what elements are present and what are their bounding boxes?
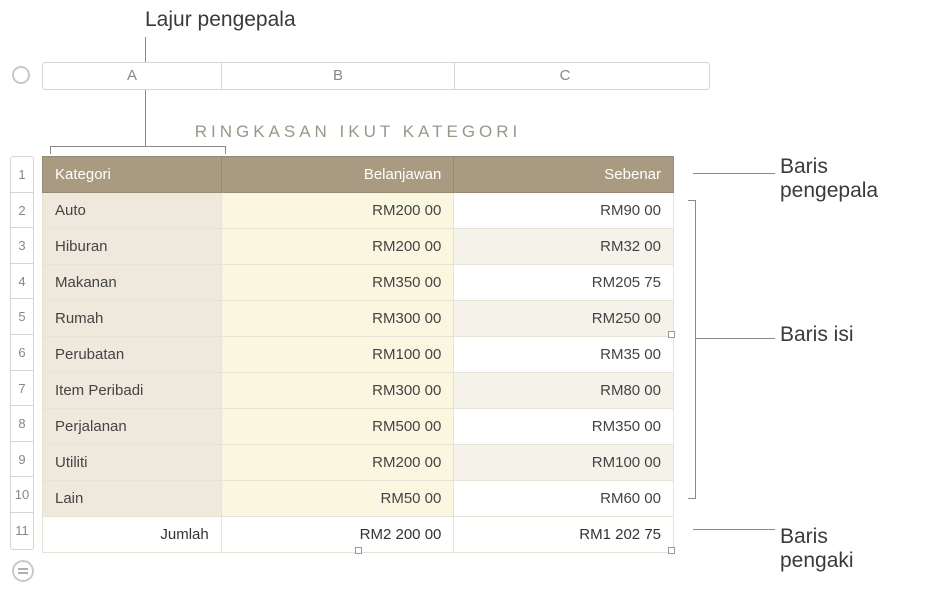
cell-actual[interactable]: RM350 00	[454, 409, 674, 445]
row-header-4[interactable]: 4	[11, 264, 33, 300]
header-budget[interactable]: Belanjawan	[221, 157, 454, 193]
cell-budget[interactable]: RM500 00	[221, 409, 454, 445]
cell-category[interactable]: Auto	[43, 193, 222, 229]
data-table: Kategori Belanjawan Sebenar Auto RM200 0…	[42, 156, 674, 553]
row-header-11[interactable]: 11	[11, 513, 33, 549]
cell-category[interactable]: Perubatan	[43, 337, 222, 373]
row-header-2[interactable]: 2	[11, 193, 33, 229]
callout-body-rows: Baris isi	[780, 323, 854, 347]
table-row: Perubatan RM100 00 RM35 00	[43, 337, 674, 373]
leader-bracket	[688, 498, 696, 499]
leader-bracket	[688, 200, 696, 201]
table-row: Perjalanan RM500 00 RM350 00	[43, 409, 674, 445]
cell-budget[interactable]: RM200 00	[221, 193, 454, 229]
selection-handle[interactable]	[668, 331, 675, 338]
cell-budget[interactable]: RM100 00	[221, 337, 454, 373]
cell-actual[interactable]: RM205 75	[454, 265, 674, 301]
cell-category[interactable]: Perjalanan	[43, 409, 222, 445]
cell-category[interactable]: Utiliti	[43, 445, 222, 481]
row-header-7[interactable]: 7	[11, 371, 33, 407]
leader-line	[693, 529, 775, 530]
cell-actual[interactable]: RM60 00	[454, 481, 674, 517]
row-header-bar: 1 2 3 4 5 6 7 8 9 10 11	[10, 156, 34, 550]
selection-handle[interactable]	[668, 547, 675, 554]
footer-actual[interactable]: RM1 202 75	[454, 517, 674, 553]
header-row: Kategori Belanjawan Sebenar	[43, 157, 674, 193]
row-header-6[interactable]: 6	[11, 335, 33, 371]
cell-budget[interactable]: RM300 00	[221, 373, 454, 409]
table-row: Lain RM50 00 RM60 00	[43, 481, 674, 517]
column-header-A[interactable]: A	[43, 63, 222, 89]
cell-budget[interactable]: RM350 00	[221, 265, 454, 301]
row-header-5[interactable]: 5	[11, 299, 33, 335]
table-row: Auto RM200 00 RM90 00	[43, 193, 674, 229]
cell-budget[interactable]: RM300 00	[221, 301, 454, 337]
cell-category[interactable]: Lain	[43, 481, 222, 517]
cell-actual[interactable]: RM35 00	[454, 337, 674, 373]
table-title[interactable]: RINGKASAN IKUT KATEGORI	[42, 116, 674, 156]
callout-header-row: Baris pengepala	[780, 155, 878, 203]
add-row-handle[interactable]	[12, 560, 34, 582]
cell-actual[interactable]: RM32 00	[454, 229, 674, 265]
column-header-bar: A B C	[42, 62, 710, 90]
cell-actual[interactable]: RM100 00	[454, 445, 674, 481]
table-row: Utiliti RM200 00 RM100 00	[43, 445, 674, 481]
leader-line	[695, 338, 775, 339]
row-header-9[interactable]: 9	[11, 442, 33, 478]
cell-budget[interactable]: RM200 00	[221, 229, 454, 265]
column-header-C[interactable]: C	[455, 63, 675, 89]
cell-actual[interactable]: RM80 00	[454, 373, 674, 409]
table-row: Item Peribadi RM300 00 RM80 00	[43, 373, 674, 409]
selection-handle[interactable]	[355, 547, 362, 554]
row-header-8[interactable]: 8	[11, 406, 33, 442]
cell-actual[interactable]: RM90 00	[454, 193, 674, 229]
cell-category[interactable]: Makanan	[43, 265, 222, 301]
cell-budget[interactable]: RM200 00	[221, 445, 454, 481]
header-category[interactable]: Kategori	[43, 157, 222, 193]
header-actual[interactable]: Sebenar	[454, 157, 674, 193]
callout-footer-row: Baris pengaki	[780, 525, 854, 573]
leader-bracket	[695, 200, 696, 498]
cell-category[interactable]: Hiburan	[43, 229, 222, 265]
spreadsheet-area: A B C	[10, 62, 710, 90]
row-header-1[interactable]: 1	[11, 157, 33, 193]
cell-actual[interactable]: RM250 00	[454, 301, 674, 337]
footer-budget[interactable]: RM2 200 00	[221, 517, 454, 553]
leader-line	[693, 173, 775, 174]
table-row: Hiburan RM200 00 RM32 00	[43, 229, 674, 265]
row-header-10[interactable]: 10	[11, 477, 33, 513]
table-row: Makanan RM350 00 RM205 75	[43, 265, 674, 301]
table-row: Rumah RM300 00 RM250 00	[43, 301, 674, 337]
callout-header-column: Lajur pengepala	[145, 8, 296, 32]
cell-category[interactable]: Item Peribadi	[43, 373, 222, 409]
cell-category[interactable]: Rumah	[43, 301, 222, 337]
footer-label[interactable]: Jumlah	[43, 517, 222, 553]
column-header-B[interactable]: B	[222, 63, 455, 89]
row-header-3[interactable]: 3	[11, 228, 33, 264]
table-container: RINGKASAN IKUT KATEGORI Kategori Belanja…	[42, 116, 674, 553]
cell-budget[interactable]: RM50 00	[221, 481, 454, 517]
